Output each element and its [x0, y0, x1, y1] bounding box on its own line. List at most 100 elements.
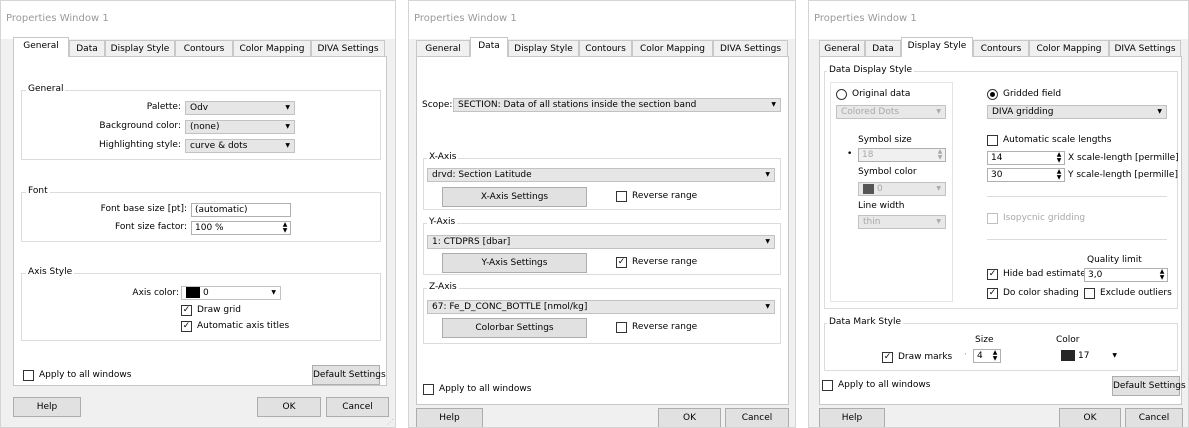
tab-data[interactable]: Data: [69, 40, 105, 57]
palette-select[interactable]: Odv ▼: [185, 101, 295, 115]
exclude-outliers-label: Exclude outliers: [1100, 288, 1172, 298]
y-reverse-range-checkbox[interactable]: ✓: [616, 257, 627, 268]
default-settings-button[interactable]: Default Settings: [312, 365, 386, 385]
spin-arrows-icon[interactable]: ▲ ▼: [1158, 269, 1166, 281]
palette-label: Palette:: [146, 102, 181, 112]
isopycnic-gridding-checkbox[interactable]: [987, 213, 998, 224]
original-data-radio[interactable]: [836, 89, 847, 100]
window-title: Properties Window 1: [414, 13, 517, 24]
font-group-title: Font: [26, 186, 50, 197]
apply-all-windows-checkbox[interactable]: [23, 370, 34, 381]
symbol-size-label: Symbol size: [858, 135, 912, 145]
x-axis-variable-select[interactable]: drvd: Section Latitude ▼: [427, 168, 775, 182]
divider: [987, 239, 1167, 240]
mark-size-spinbox[interactable]: 4 ▲ ▼: [973, 349, 1001, 363]
y-axis-variable-value: 1: CTDPRS [dbar]: [432, 237, 511, 247]
automatic-axis-titles-checkbox[interactable]: ✓: [181, 321, 192, 332]
title-bar: Properties Window 1: [409, 1, 795, 39]
cancel-button[interactable]: Cancel: [725, 408, 789, 427]
mark-color-select[interactable]: 17 ▼: [1056, 349, 1122, 363]
automatic-scale-lengths-checkbox[interactable]: [987, 135, 998, 146]
line-width-value: thin: [863, 217, 881, 227]
tab-contours[interactable]: Contours: [579, 40, 632, 57]
x-axis-group-title: X-Axis: [427, 152, 459, 163]
x-reverse-range-checkbox[interactable]: [616, 191, 627, 202]
x-scale-length-spinbox[interactable]: 14 ▲ ▼: [987, 151, 1065, 165]
apply-all-windows-checkbox[interactable]: [822, 380, 833, 391]
tab-display-style[interactable]: Display Style: [105, 40, 175, 57]
gridded-field-radio[interactable]: [987, 89, 998, 100]
line-width-label: Line width: [858, 201, 905, 211]
y-axis-settings-button[interactable]: Y-Axis Settings: [442, 253, 587, 273]
tab-diva-settings[interactable]: DIVA Settings: [311, 40, 385, 57]
symbol-size-spinbox[interactable]: 18 ▲ ▼: [858, 148, 946, 162]
y-scale-length-label: Y scale-length [permille]: [1068, 170, 1178, 180]
data-mark-style-title: Data Mark Style: [827, 317, 904, 328]
tab-contours[interactable]: Contours: [175, 40, 233, 57]
symbol-color-select[interactable]: 0 ▼: [858, 182, 946, 196]
font-size-factor-spinbox[interactable]: 100 % ▲ ▼: [191, 221, 291, 235]
cancel-button[interactable]: Cancel: [326, 397, 389, 417]
tab-data[interactable]: Data: [470, 37, 508, 57]
z-axis-variable-select[interactable]: 67: Fe_D_CONC_BOTTLE [nmol/kg] ▼: [427, 300, 775, 314]
chevron-down-icon: ▼: [765, 171, 770, 178]
ok-button[interactable]: OK: [658, 408, 721, 427]
tab-color-mapping[interactable]: Color Mapping: [233, 40, 311, 57]
hide-bad-estimates-checkbox[interactable]: ✓: [987, 269, 998, 280]
tab-data[interactable]: Data: [865, 40, 901, 57]
draw-grid-checkbox[interactable]: ✓: [181, 305, 192, 316]
exclude-outliers-checkbox[interactable]: [1084, 288, 1095, 299]
symbol-style-value: Colored Dots: [841, 107, 900, 117]
ok-button[interactable]: OK: [1059, 408, 1121, 427]
title-bar: Properties Window 1: [809, 1, 1188, 39]
mark-size-label: Size: [975, 335, 994, 345]
symbol-style-select[interactable]: Colored Dots ▼: [836, 105, 946, 119]
spin-arrows-icon[interactable]: ▲ ▼: [1055, 152, 1063, 164]
color-shading-checkbox[interactable]: ✓: [987, 288, 998, 299]
resize-grip-icon[interactable]: ⋰: [387, 419, 394, 426]
scope-select[interactable]: SECTION: Data of all stations inside the…: [453, 98, 781, 112]
quality-limit-spinbox[interactable]: 3,0 ▲ ▼: [1084, 268, 1168, 282]
tab-contours[interactable]: Contours: [973, 40, 1029, 57]
y-reverse-range-label: Reverse range: [632, 257, 698, 267]
tab-general[interactable]: General: [819, 40, 865, 57]
tab-general[interactable]: General: [13, 37, 69, 57]
default-settings-button[interactable]: Default Settings: [1112, 376, 1186, 396]
highlighting-style-select[interactable]: curve & dots ▼: [185, 139, 295, 153]
tab-color-mapping[interactable]: Color Mapping: [632, 40, 713, 57]
gridding-method-select[interactable]: DIVA gridding ▼: [987, 105, 1167, 119]
help-button[interactable]: Help: [819, 408, 885, 427]
tab-display-style[interactable]: Display Style: [508, 40, 579, 57]
mark-size-value: 4: [977, 351, 983, 361]
tab-diva-settings[interactable]: DIVA Settings: [1109, 40, 1181, 57]
spin-arrows-icon[interactable]: ▲ ▼: [936, 149, 944, 161]
x-axis-settings-button[interactable]: X-Axis Settings: [442, 187, 587, 207]
bullet-marker: •: [847, 149, 853, 159]
x-scale-length-label: X scale-length [permille]: [1068, 153, 1179, 163]
tab-general[interactable]: General: [416, 40, 470, 57]
palette-value: Odv: [190, 103, 209, 113]
tab-diva-settings[interactable]: DIVA Settings: [713, 40, 788, 57]
background-color-select[interactable]: (none) ▼: [185, 120, 295, 134]
colorbar-settings-button[interactable]: Colorbar Settings: [442, 318, 587, 338]
chevron-down-icon: ▼: [285, 123, 290, 130]
y-axis-variable-select[interactable]: 1: CTDPRS [dbar] ▼: [427, 235, 775, 249]
line-width-select[interactable]: thin ▼: [858, 215, 946, 229]
help-button[interactable]: Help: [416, 408, 483, 427]
z-reverse-range-checkbox[interactable]: [616, 322, 627, 333]
tab-display-style[interactable]: Display Style: [901, 37, 973, 57]
y-scale-length-spinbox[interactable]: 30 ▲ ▼: [987, 168, 1065, 182]
axis-color-select[interactable]: 0 ▼: [181, 286, 281, 300]
draw-marks-checkbox[interactable]: ✓: [882, 352, 893, 363]
help-button[interactable]: Help: [13, 397, 81, 417]
chevron-down-icon: ▼: [285, 104, 290, 111]
chevron-down-icon: ▼: [765, 303, 770, 310]
cancel-button[interactable]: Cancel: [1125, 408, 1183, 427]
ok-button[interactable]: OK: [257, 397, 321, 417]
spin-arrows-icon[interactable]: ▲ ▼: [1055, 169, 1063, 181]
apply-all-windows-checkbox[interactable]: [423, 384, 434, 395]
spin-arrows-icon[interactable]: ▲ ▼: [991, 350, 999, 362]
font-base-size-input[interactable]: (automatic): [191, 203, 291, 217]
spin-arrows-icon[interactable]: ▲ ▼: [281, 222, 289, 234]
tab-color-mapping[interactable]: Color Mapping: [1029, 40, 1109, 57]
